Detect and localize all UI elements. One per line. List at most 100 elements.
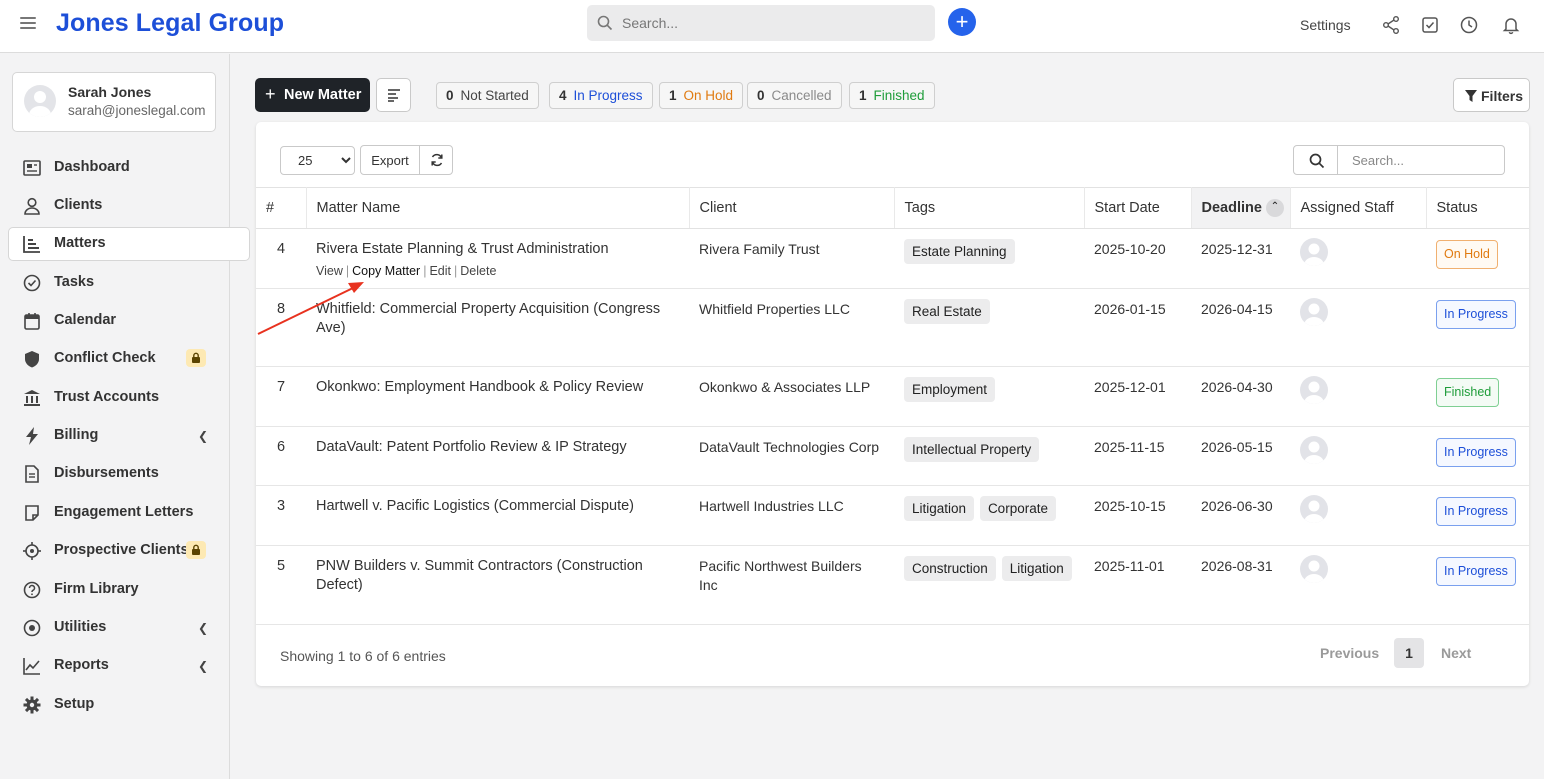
matter-number: 8 <box>256 288 306 367</box>
table-search-button[interactable] <box>1293 145 1338 175</box>
refresh-button[interactable] <box>419 145 453 175</box>
clock-icon[interactable] <box>1459 15 1479 35</box>
column-header-client[interactable]: Client <box>689 187 895 229</box>
sidebar-item-calendar[interactable]: Calendar <box>8 304 250 338</box>
sidebar-item-billing[interactable]: Billing ❮ <box>8 419 250 453</box>
menu-icon[interactable] <box>20 17 36 31</box>
shield-icon <box>25 351 39 368</box>
sidebar-item-setup[interactable]: Setup <box>8 688 250 722</box>
global-search[interactable] <box>587 5 935 41</box>
avatar[interactable] <box>1300 376 1328 404</box>
bank-icon <box>24 390 40 406</box>
table-search-input[interactable] <box>1338 145 1505 175</box>
sidebar-item-label: Engagement Letters <box>54 504 194 520</box>
column-header-tags[interactable]: Tags <box>894 187 1085 229</box>
checkbox-icon[interactable] <box>1420 15 1440 35</box>
user-card[interactable]: Sarah Jones sarah@joneslegal.com <box>12 72 216 132</box>
client-name[interactable]: Okonkwo & Associates LLP <box>689 366 894 427</box>
sidebar-item-engagement-letters[interactable]: Engagement Letters <box>8 496 250 530</box>
plus-icon: + <box>265 84 276 104</box>
bell-icon[interactable] <box>1501 15 1521 35</box>
sidebar-item-disbursements[interactable]: Disbursements <box>8 457 250 491</box>
sidebar-item-dashboard[interactable]: Dashboard <box>8 151 250 185</box>
sidebar-item-utilities[interactable]: Utilities ❮ <box>8 611 250 645</box>
current-page-button[interactable]: 1 <box>1394 638 1424 668</box>
status-filter-cancelled[interactable]: 0 Cancelled <box>747 82 842 109</box>
column-toggle-button[interactable] <box>376 78 411 112</box>
previous-page-button[interactable]: Previous <box>1320 645 1379 661</box>
column-header-matter-name[interactable]: Matter Name <box>306 187 690 229</box>
assigned-staff-cell <box>1290 485 1426 546</box>
matter-name[interactable]: Okonkwo: Employment Handbook & Policy Re… <box>316 378 679 397</box>
status-filter-in-progress[interactable]: 4 In Progress <box>549 82 653 109</box>
status-filter-on-hold[interactable]: 1 On Hold <box>659 82 744 109</box>
sidebar-item-firm-library[interactable]: Firm Library <box>8 573 250 607</box>
tag-badge[interactable]: Real Estate <box>904 299 990 324</box>
sidebar-item-matters[interactable]: Matters <box>8 227 250 261</box>
tag-badge[interactable]: Intellectual Property <box>904 437 1040 462</box>
client-name[interactable]: DataVault Technologies Corp <box>689 426 894 486</box>
brand-title[interactable]: Jones Legal Group <box>56 9 284 38</box>
deadline: 2025-12-31 <box>1191 228 1290 289</box>
tag-badge[interactable]: Employment <box>904 377 996 402</box>
matter-name[interactable]: DataVault: Patent Portfolio Review & IP … <box>316 438 679 457</box>
new-matter-button[interactable]: + New Matter <box>255 78 370 112</box>
avatar[interactable] <box>1300 298 1328 326</box>
share-icon[interactable] <box>1381 15 1401 35</box>
filters-button[interactable]: Filters <box>1453 78 1530 112</box>
column-header-assigned-staff[interactable]: Assigned Staff <box>1290 187 1427 229</box>
view-link[interactable]: View <box>316 264 343 278</box>
matter-name[interactable]: PNW Builders v. Summit Contractors (Cons… <box>316 557 679 595</box>
edit-link[interactable]: Edit <box>429 264 451 278</box>
sidebar-item-label: Dashboard <box>54 159 130 175</box>
delete-link[interactable]: Delete <box>460 264 496 278</box>
sidebar-item-reports[interactable]: Reports ❮ <box>8 649 250 683</box>
client-name[interactable]: Whitfield Properties LLC <box>689 288 894 367</box>
status-label: Not Started <box>460 88 529 103</box>
column-header-start-date[interactable]: Start Date <box>1084 187 1192 229</box>
sidebar-item-clients[interactable]: Clients <box>8 189 250 223</box>
settings-link[interactable]: Settings <box>1300 17 1351 33</box>
avatar[interactable] <box>1300 555 1328 583</box>
tag-badge[interactable]: Estate Planning <box>904 239 1015 264</box>
calendar-icon <box>24 313 40 330</box>
matter-name[interactable]: Rivera Estate Planning & Trust Administr… <box>316 240 679 259</box>
table-row[interactable]: 8 Whitfield: Commercial Property Acquisit… <box>256 288 1529 367</box>
client-name[interactable]: Hartwell Industries LLC <box>689 485 894 546</box>
page-size-select[interactable]: 25 <box>280 146 355 175</box>
status-filter-finished[interactable]: 1 Finished <box>849 82 935 109</box>
table-row[interactable]: 4 Rivera Estate Planning & Trust Administ… <box>256 228 1529 289</box>
client-name[interactable]: Pacific Northwest Builders Inc <box>689 545 894 625</box>
column-header-status[interactable]: Status <box>1426 187 1529 229</box>
column-header-number[interactable]: # <box>256 187 307 229</box>
status-filter-not-started[interactable]: 0 Not Started <box>436 82 539 109</box>
table-row[interactable]: 6 DataVault: Patent Portfolio Review & IP… <box>256 426 1529 486</box>
note-icon <box>25 505 39 521</box>
sidebar-item-prospective-clients[interactable]: Prospective Clients <box>8 534 250 568</box>
next-page-button[interactable]: Next <box>1441 645 1471 661</box>
refresh-icon <box>431 153 443 167</box>
sidebar-item-trust-accounts[interactable]: Trust Accounts <box>8 381 250 415</box>
column-header-deadline[interactable]: Deadline ⌃ <box>1191 187 1291 229</box>
avatar[interactable] <box>1300 238 1328 266</box>
table-row[interactable]: 5 PNW Builders v. Summit Contractors (Con… <box>256 545 1529 625</box>
client-name[interactable]: Rivera Family Trust <box>689 228 894 289</box>
add-button[interactable]: + <box>948 8 976 36</box>
matter-name[interactable]: Whitfield: Commercial Property Acquisiti… <box>316 300 679 338</box>
tag-badge[interactable]: Corporate <box>979 496 1056 521</box>
tag-badge[interactable]: Litigation <box>1001 556 1072 581</box>
global-search-input[interactable] <box>622 5 922 41</box>
sidebar-item-tasks[interactable]: Tasks <box>8 266 250 300</box>
tag-badge[interactable]: Construction <box>904 556 996 581</box>
sort-ascending-icon[interactable]: ⌃ <box>1265 199 1284 217</box>
user-email: sarah@joneslegal.com <box>68 103 206 118</box>
sidebar-item-conflict-check[interactable]: Conflict Check <box>8 342 250 376</box>
table-row[interactable]: 7 Okonkwo: Employment Handbook & Policy R… <box>256 366 1529 427</box>
export-button[interactable]: Export <box>360 145 420 175</box>
avatar[interactable] <box>1300 495 1328 523</box>
avatar[interactable] <box>1300 436 1328 464</box>
matter-name[interactable]: Hartwell v. Pacific Logistics (Commercia… <box>316 497 679 516</box>
tag-badge[interactable]: Litigation <box>904 496 975 521</box>
copy-matter-link[interactable]: Copy Matter <box>352 264 420 278</box>
table-row[interactable]: 3 Hartwell v. Pacific Logistics (Commerci… <box>256 485 1529 546</box>
